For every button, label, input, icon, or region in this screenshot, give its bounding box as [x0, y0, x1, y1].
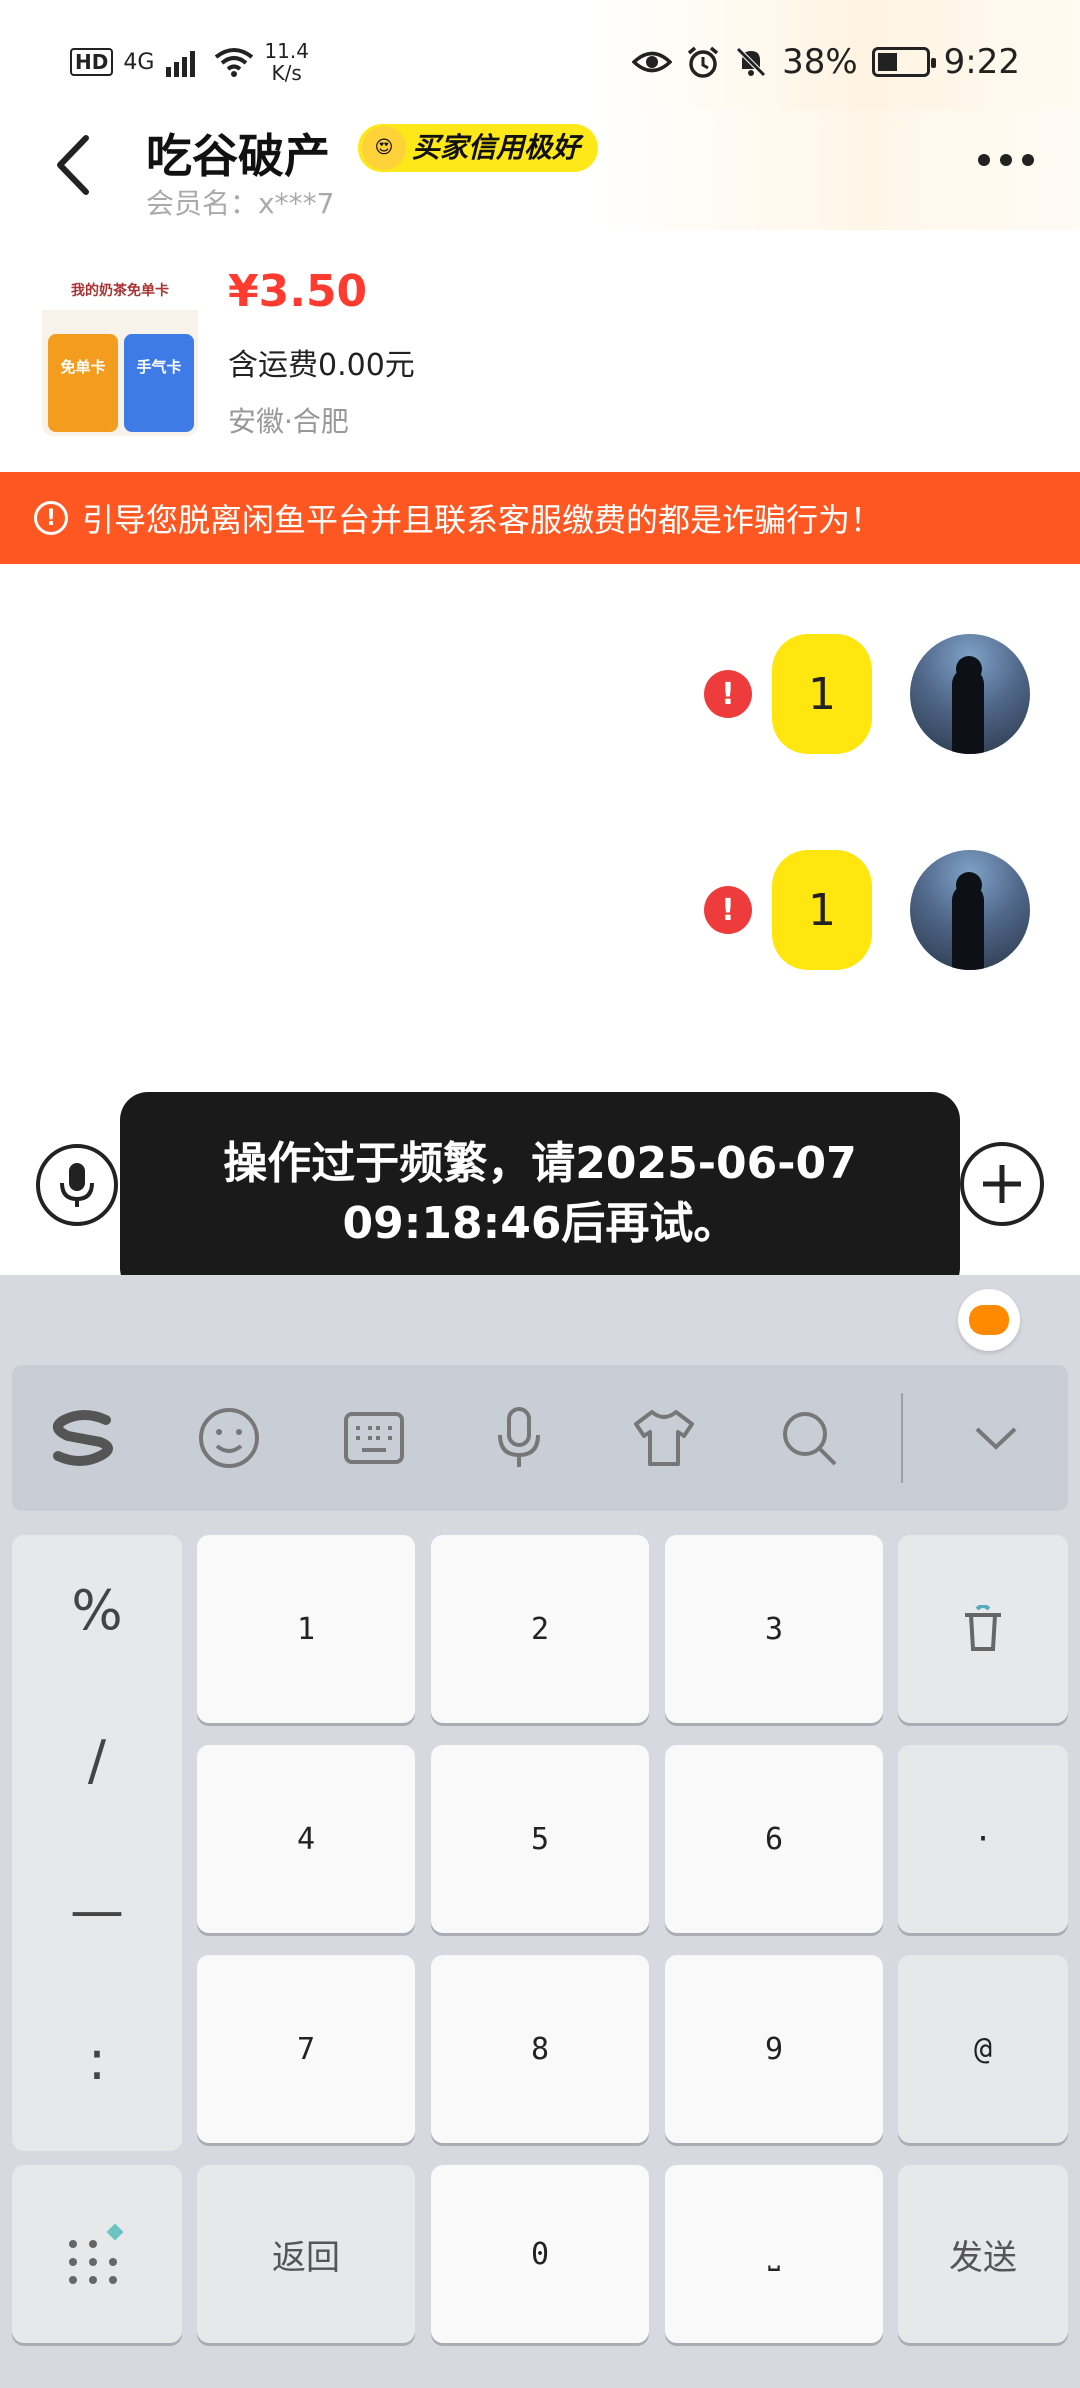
thumb-header: 我的奶茶免单卡	[42, 266, 198, 310]
key-5[interactable]: 5	[431, 1745, 649, 1933]
key-2[interactable]: 2	[431, 1535, 649, 1723]
wifi-icon	[215, 48, 254, 77]
symbol-key-dash[interactable]: —	[12, 1835, 182, 1985]
keyboard: % / — : 1 2 3 4 5 6 · 7 8 9 @ 返回 0 ⎵ 发送	[0, 1275, 1080, 2388]
keyboard-switch-icon[interactable]	[302, 1365, 447, 1511]
shipping-info: 含运费0.00元	[228, 348, 415, 383]
avatar[interactable]	[910, 634, 1030, 754]
message-row: ! 1	[704, 850, 1030, 970]
signal-icon	[166, 51, 196, 77]
toast-line-1: 操作过于频繁，请2025-06-07	[223, 1138, 857, 1189]
key-7[interactable]: 7	[197, 1955, 415, 2143]
search-icon[interactable]	[736, 1365, 881, 1511]
network-type: 4G	[123, 49, 155, 75]
send-failed-icon[interactable]: !	[704, 670, 752, 718]
message-bubble[interactable]: 1	[772, 634, 872, 754]
chat-header: 吃谷破产 😍 买家信用极好 会员名：x***7	[0, 110, 1080, 230]
status-right: 38% 9:22	[632, 42, 1020, 82]
battery-icon	[871, 47, 936, 77]
product-thumbnail[interactable]: 我的奶茶免单卡 免单卡 手气卡	[42, 266, 198, 436]
member-name: 会员名：x***7	[146, 187, 335, 220]
message-row: ! 1	[704, 634, 1030, 754]
keyboard-toolbar	[12, 1365, 1068, 1511]
send-key[interactable]: 发送	[898, 2165, 1068, 2343]
rate-limit-toast: 操作过于频繁，请2025-06-07 09:18:46后再试。	[120, 1092, 960, 1296]
thumb-card-free: 免单卡	[48, 334, 118, 432]
voice-toolbar-icon[interactable]	[447, 1365, 592, 1511]
key-6[interactable]: 6	[665, 1745, 883, 1933]
keyboard-mascot-icon[interactable]	[958, 1289, 1020, 1351]
grid-dots-icon	[69, 2223, 124, 2284]
fraud-warning-banner: ! 引导您脱离闲鱼平台并且联系客服缴费的都是诈骗行为！	[0, 472, 1080, 564]
trash-icon	[965, 1605, 1001, 1651]
delete-key[interactable]	[898, 1535, 1068, 1723]
emoji-toolbar-icon[interactable]	[157, 1365, 302, 1511]
thumb-card-luck: 手气卡	[124, 334, 194, 432]
hd-indicator: HD	[70, 48, 114, 76]
key-3[interactable]: 3	[665, 1535, 883, 1723]
exclamation-circle-icon: !	[34, 501, 68, 535]
back-arrow-icon[interactable]	[48, 130, 98, 200]
toolbar-divider	[901, 1393, 904, 1483]
key-9[interactable]: 9	[665, 1955, 883, 2143]
symbol-key-slash[interactable]: /	[12, 1685, 182, 1835]
microphone-icon	[60, 1163, 94, 1207]
eye-icon	[632, 51, 673, 73]
credit-badge-label: 买家信用极好	[412, 131, 581, 164]
send-failed-icon[interactable]: !	[704, 886, 752, 934]
alarm-icon	[687, 46, 719, 78]
contact-name: 吃谷破产	[146, 129, 330, 183]
clock: 9:22	[943, 42, 1020, 82]
plus-icon[interactable]	[960, 1142, 1044, 1226]
symbol-key-percent[interactable]: %	[12, 1535, 182, 1685]
key-8[interactable]: 8	[431, 1955, 649, 2143]
space-key[interactable]: ⎵	[665, 2165, 883, 2343]
dot-key[interactable]: ·	[898, 1745, 1068, 1933]
key-4[interactable]: 4	[197, 1745, 415, 1933]
sogou-logo-icon[interactable]	[12, 1365, 157, 1511]
avatar[interactable]	[910, 850, 1030, 970]
key-1[interactable]: 1	[197, 1535, 415, 1723]
back-key[interactable]: 返回	[197, 2165, 415, 2343]
mute-icon	[736, 47, 766, 77]
credit-badge: 😍 买家信用极好	[358, 124, 599, 172]
status-left: HD 4G 11.4 K/s	[70, 40, 309, 84]
product-card[interactable]: 我的奶茶免单卡 免单卡 手气卡 ¥3.50 含运费0.00元 安徽·合肥	[0, 250, 1080, 472]
fraud-warning-text: 引导您脱离闲鱼平台并且联系客服缴费的都是诈骗行为！	[82, 501, 883, 539]
seller-location: 安徽·合肥	[228, 405, 349, 438]
collapse-keyboard-icon[interactable]	[923, 1365, 1068, 1511]
speed-value: 11.4	[264, 39, 309, 63]
network-speed: 11.4 K/s	[264, 40, 309, 84]
symbol-key-colon[interactable]: :	[12, 1985, 182, 2135]
message-bubble[interactable]: 1	[772, 850, 872, 970]
key-0[interactable]: 0	[431, 2165, 649, 2343]
dots-menu-key[interactable]	[12, 2165, 182, 2343]
more-options-icon[interactable]	[978, 154, 1034, 166]
speed-unit: K/s	[271, 61, 302, 85]
heart-eyes-emoji-icon: 😍	[362, 126, 406, 170]
product-price: ¥3.50	[228, 266, 368, 317]
toast-line-2: 09:18:46后再试。	[342, 1198, 738, 1249]
battery-percent: 38%	[782, 42, 858, 82]
voice-input-button[interactable]	[36, 1144, 118, 1226]
at-key[interactable]: @	[898, 1955, 1068, 2143]
skin-shirt-icon[interactable]	[591, 1365, 736, 1511]
symbol-column: % / — :	[12, 1535, 182, 2151]
